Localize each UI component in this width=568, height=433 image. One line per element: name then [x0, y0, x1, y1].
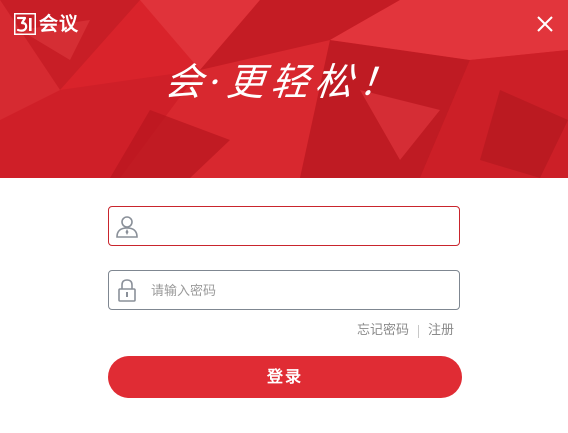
header-banner: 会议 会·更轻松！ — [0, 0, 568, 178]
login-button[interactable]: 登录 — [108, 356, 462, 398]
user-icon — [115, 214, 139, 238]
lock-icon — [115, 278, 139, 302]
close-icon — [537, 16, 553, 32]
3i-logo-icon — [13, 12, 37, 36]
register-link[interactable]: 注册 — [428, 322, 454, 340]
username-field[interactable] — [108, 206, 460, 246]
forgot-password-link[interactable]: 忘记密码 — [357, 322, 409, 340]
app-logo: 会议 — [13, 12, 80, 36]
username-input[interactable] — [151, 207, 451, 245]
link-divider — [417, 324, 419, 338]
slogan: 会·更轻松！ — [162, 60, 406, 104]
login-window: 会议 会·更轻松！ 忘记密码 注册 登录 — [0, 0, 568, 433]
close-button[interactable] — [536, 15, 554, 33]
password-field[interactable] — [108, 270, 460, 310]
password-input[interactable] — [151, 271, 451, 309]
account-links: 忘记密码 注册 — [357, 322, 454, 340]
app-name: 会议 — [39, 13, 80, 35]
